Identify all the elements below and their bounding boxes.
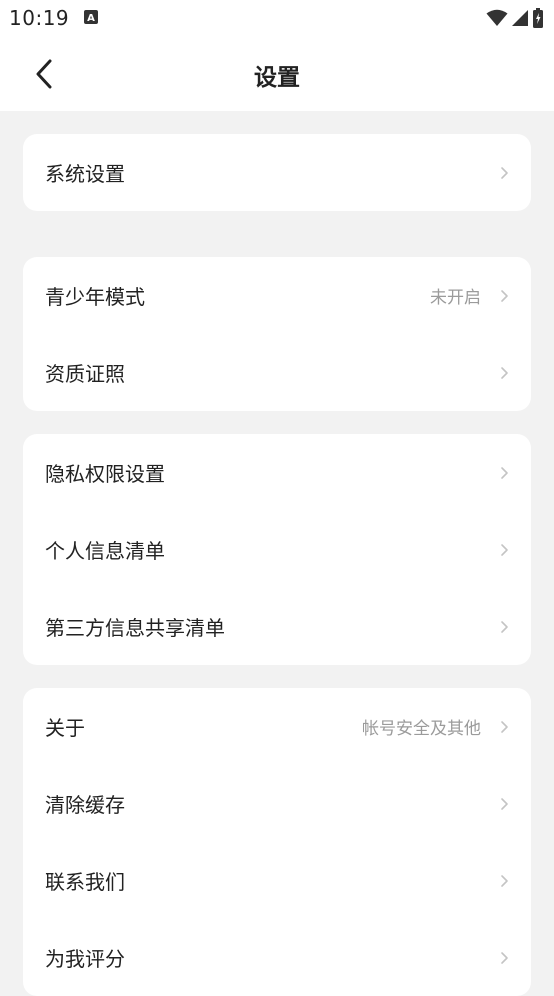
chevron-right-icon	[501, 289, 508, 302]
row-privacy-permission[interactable]: 隐私权限设置	[23, 434, 531, 511]
row-label: 青少年模式	[45, 285, 145, 309]
battery-icon	[533, 8, 543, 28]
row-label: 资质证照	[45, 362, 125, 386]
status-time: 10:19	[9, 6, 70, 30]
chevron-right-icon	[501, 466, 508, 479]
settings-card-about: 关于 帐号安全及其他 清除缓存 联系我们 为我评分	[23, 688, 531, 996]
row-about[interactable]: 关于 帐号安全及其他	[23, 688, 531, 765]
chevron-right-icon	[501, 797, 508, 810]
row-personal-info-list[interactable]: 个人信息清单	[23, 511, 531, 588]
row-system-settings[interactable]: 系统设置	[23, 134, 531, 211]
chevron-right-icon	[501, 366, 508, 379]
row-qualification[interactable]: 资质证照	[23, 334, 531, 411]
status-icons	[486, 8, 544, 28]
row-rate-us[interactable]: 为我评分	[23, 919, 531, 996]
row-label: 个人信息清单	[45, 539, 165, 563]
signal-icon	[512, 10, 528, 26]
settings-card-youth: 青少年模式 未开启 资质证照	[23, 257, 531, 411]
row-label: 清除缓存	[45, 793, 125, 817]
chevron-right-icon	[501, 720, 508, 733]
chevron-right-icon	[501, 166, 508, 179]
row-value: 帐号安全及其他	[362, 719, 481, 739]
chevron-right-icon	[501, 874, 508, 887]
row-label: 隐私权限设置	[45, 462, 165, 486]
row-clear-cache[interactable]: 清除缓存	[23, 765, 531, 842]
row-contact-us[interactable]: 联系我们	[23, 842, 531, 919]
top-area: 10:19 A 设置	[0, 0, 554, 111]
nav-bar: 设置	[0, 38, 554, 111]
settings-card-system: 系统设置	[23, 134, 531, 211]
row-label: 联系我们	[45, 870, 125, 894]
wifi-icon	[486, 9, 508, 26]
chevron-right-icon	[501, 620, 508, 633]
row-youth-mode[interactable]: 青少年模式 未开启	[23, 257, 531, 334]
row-value: 未开启	[430, 288, 481, 308]
row-third-party-sharing[interactable]: 第三方信息共享清单	[23, 588, 531, 665]
settings-card-privacy: 隐私权限设置 个人信息清单 第三方信息共享清单	[23, 434, 531, 665]
notification-app-icon-letter: A	[87, 13, 95, 24]
notification-app-icon: A	[84, 10, 98, 24]
row-label: 系统设置	[45, 162, 125, 186]
row-label: 第三方信息共享清单	[45, 616, 225, 640]
chevron-right-icon	[501, 951, 508, 964]
row-label: 关于	[45, 716, 85, 740]
status-bar: 10:19 A	[0, 0, 554, 38]
page-title: 设置	[254, 65, 300, 91]
chevron-right-icon	[501, 543, 508, 556]
row-label: 为我评分	[45, 947, 125, 971]
